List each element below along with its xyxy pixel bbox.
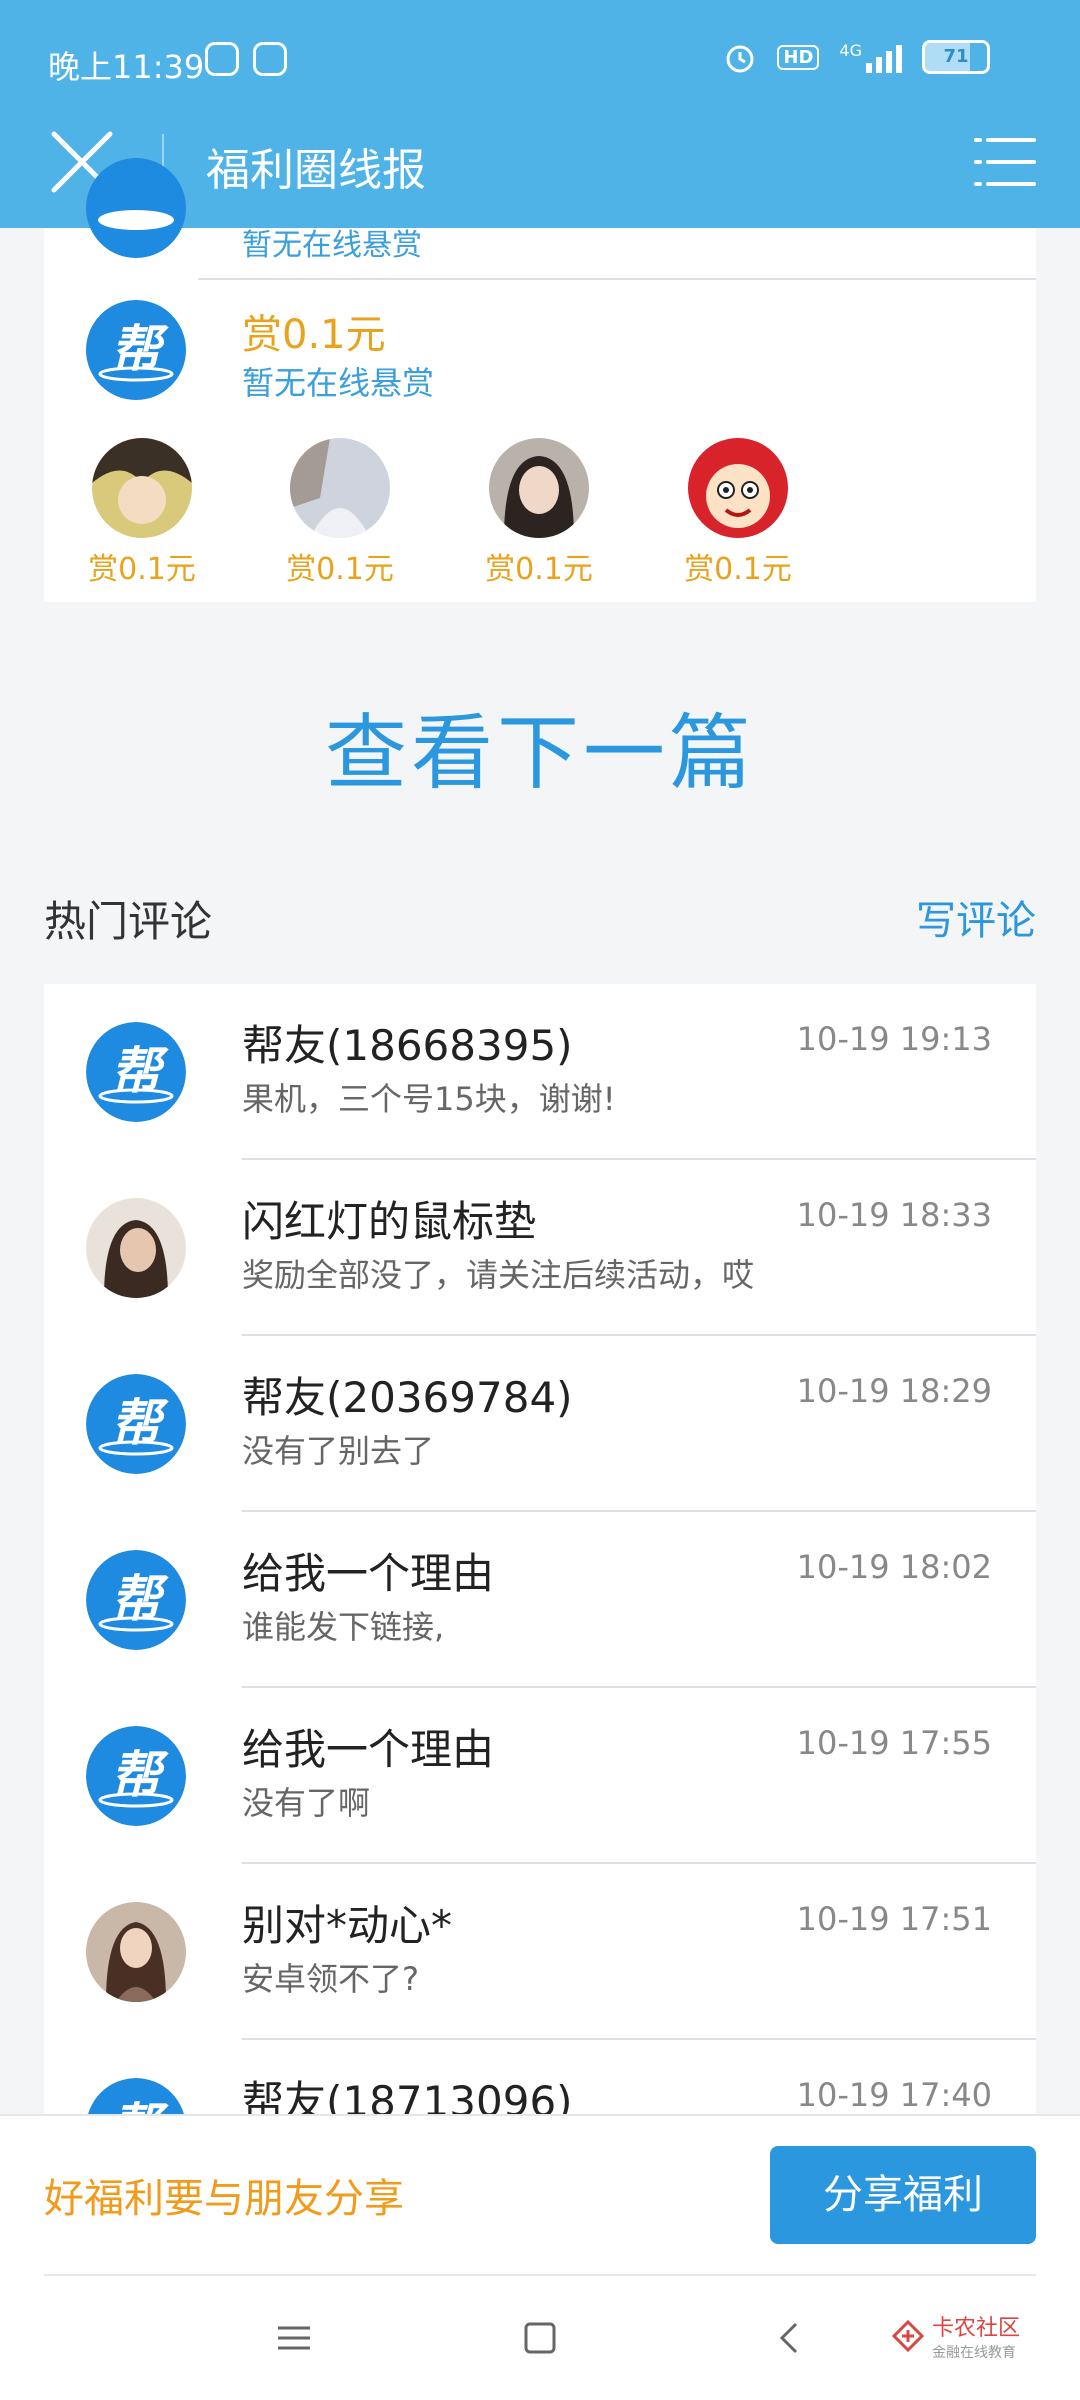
bang-logo-icon: 帮 [86,1550,186,1650]
menu-icon[interactable] [974,134,1036,190]
comment-time: 10-19 18:33 [796,1196,992,1234]
status-bar: 晚上11:39 HD 4G 71 [0,38,1080,88]
reward-avatar-item[interactable]: 赏0.1元 [240,438,440,588]
avatar [86,1902,186,2002]
status-right-icons: HD 4G 71 [723,40,990,74]
bang-logo-icon: 帮 [88,2078,184,2114]
avatar [92,438,192,538]
comment-item[interactable]: 帮 帮友(20369784) 10-19 18:29 没有了别去了 [44,1336,1036,1512]
share-bar: 好福利要与朋友分享 分享福利 [0,2114,1080,2276]
reward-avatar-item[interactable]: 赏0.1元 [439,438,639,588]
comment-author[interactable]: 给我一个理由 [242,1540,494,1601]
hd-icon: HD [777,44,820,70]
home-nav-icon[interactable] [520,2318,560,2358]
avatar [489,438,589,538]
alarm-icon [726,45,754,73]
system-navigation-bar: 卡农社区 金融在线教育 [0,2274,1080,2400]
network-type: 4G [839,41,862,60]
watermark-logo-icon [891,2320,924,2352]
signal-icon: 4G [839,41,902,73]
battery-level: 71 [943,46,969,67]
next-article-button[interactable]: 查看下一篇 [0,686,1080,805]
bang-logo-icon: 帮 [86,1726,186,1826]
reward-avatars: 赏0.1元 赏0.1元 赏0.1元 赏0.1元 [44,438,1036,598]
avatar-reward-label: 赏0.1元 [88,552,196,587]
page-title: 福利圈线报 [206,145,426,196]
comment-time: 10-19 17:55 [796,1724,992,1762]
reward-amount: 赏0.1元 [242,312,386,358]
comment-author[interactable]: 别对*动心* [242,1892,452,1953]
message-notification-icon [253,42,287,76]
share-button[interactable]: 分享福利 [770,2146,1036,2244]
comment-time: 10-19 17:40 [796,2076,992,2114]
avatar [86,1198,186,1298]
bang-logo-icon: 帮 [86,300,186,400]
divider [198,278,1036,280]
avatar-reward-label: 赏0.1元 [286,552,394,587]
comment-text: 没有了啊 [242,1784,371,1822]
share-prompt: 好福利要与朋友分享 [44,2176,404,2222]
avatar-reward-label: 赏0.1元 [684,552,792,587]
comment-time: 10-19 18:29 [796,1372,992,1410]
comment-text: 没有了别去了 [242,1432,435,1470]
svg-text:帮: 帮 [111,2098,169,2114]
comment-text: 谁能发下链接, [242,1608,445,1646]
comment-text: 安卓领不了? [242,1960,419,1998]
comment-author[interactable]: 帮友(20369784) [242,1364,573,1425]
watermark-title: 卡农社区 [931,2316,1020,2341]
battery-icon: 71 [922,40,990,74]
comment-author[interactable]: 帮友(18668395) [242,1012,573,1073]
comment-author[interactable]: 闪红灯的鼠标垫 [242,1188,536,1249]
comment-item[interactable]: 别对*动心* 10-19 17:51 安卓领不了? [44,1864,1036,2040]
watermark: 卡农社区 金融在线教育 [891,2310,1020,2362]
status-time: 晚上11:39 [48,48,205,86]
comment-item[interactable]: 帮 给我一个理由 10-19 18:02 谁能发下链接, [44,1512,1036,1688]
comment-author[interactable]: 帮友(18713096) [242,2068,573,2114]
comment-item[interactable]: 闪红灯的鼠标垫 10-19 18:33 奖励全部没了，请关注后续活动，哎 [44,1160,1036,1336]
bang-logo-icon: 帮 [86,1374,186,1474]
reward-subtitle: 暂无在线悬赏 [242,364,435,402]
comment-time: 10-19 19:13 [796,1020,992,1058]
comments-list: 帮 帮友(18668395) 10-19 19:13 果机，三个号15块，谢谢!… [44,984,1036,2114]
divider [44,2274,1036,2276]
comment-text: 果机，三个号15块，谢谢! [242,1080,616,1118]
hot-comments-title: 热门评论 [44,897,213,946]
reward-avatar-item[interactable]: 赏0.1元 [42,438,242,588]
comment-text: 奖励全部没了，请关注后续活动，哎 [242,1256,755,1294]
watermark-subtitle: 金融在线教育 [931,2345,1016,2361]
status-notification-icons [205,42,287,76]
comment-item[interactable]: 帮 给我一个理由 10-19 17:55 没有了啊 [44,1688,1036,1864]
reward-card: 暂无在线悬赏 帮 赏0.1元 暂无在线悬赏 赏0.1元 赏0.1元 赏0.1元 … [44,158,1036,602]
comment-item[interactable]: 帮 帮友(18668395) 10-19 19:13 果机，三个号15块，谢谢! [44,984,1036,1160]
reward-partial-subtitle: 暂无在线悬赏 [242,228,422,263]
comment-author[interactable]: 给我一个理由 [242,1716,494,1777]
comment-time: 10-19 17:51 [796,1900,992,1938]
reward-avatar-item[interactable]: 赏0.1元 [638,438,838,588]
avatar [688,438,788,538]
comment-time: 10-19 18:02 [796,1548,992,1586]
avatar [290,438,390,538]
bang-logo-icon [86,158,186,258]
comment-item[interactable]: 帮 帮友(18713096) 10-19 17:40 [44,2040,1036,2114]
app-notification-icon [205,42,239,76]
avatar-reward-label: 赏0.1元 [485,552,593,587]
write-comment-link[interactable]: 写评论 [916,888,1036,946]
menu-nav-icon[interactable] [274,2318,314,2358]
bang-logo-icon: 帮 [86,1022,186,1122]
back-nav-icon[interactable] [770,2318,810,2358]
